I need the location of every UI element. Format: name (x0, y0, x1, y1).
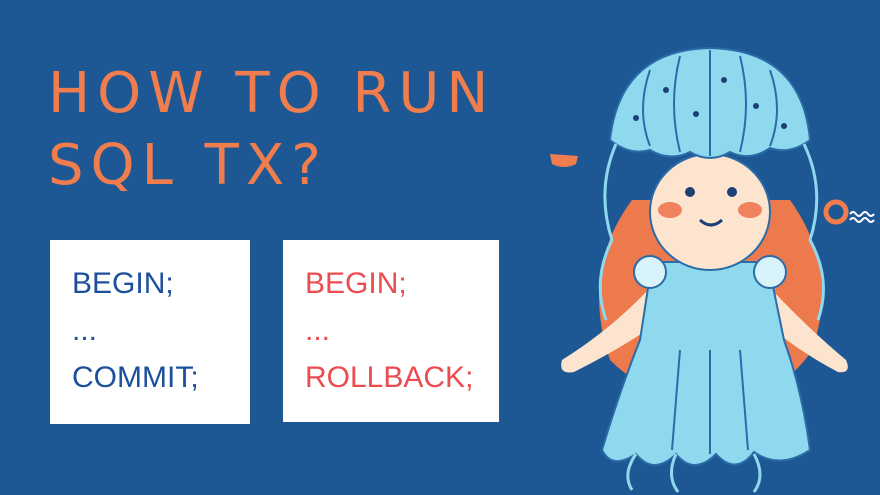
page-title: HOW TO RUN SQL TX? (48, 58, 495, 202)
title-line-1: HOW TO RUN (48, 61, 496, 126)
rollback-card: BEGIN; ... ROLLBACK; (283, 240, 499, 422)
jellyfish-girl-illustration (561, 46, 848, 493)
commit-line: COMMIT; (72, 361, 199, 394)
title-line-2: SQL TX? (48, 133, 328, 198)
commit-card: BEGIN; ... COMMIT; (50, 240, 250, 424)
jellyfish-hat-icon (608, 46, 812, 159)
rollback-line: ROLLBACK; (305, 361, 474, 394)
commit-begin-line: BEGIN; (72, 267, 174, 300)
rollback-ellipsis-line: ... (305, 314, 331, 347)
rollback-begin-line: BEGIN; (305, 267, 407, 300)
commit-ellipsis-line: ... (72, 314, 98, 347)
